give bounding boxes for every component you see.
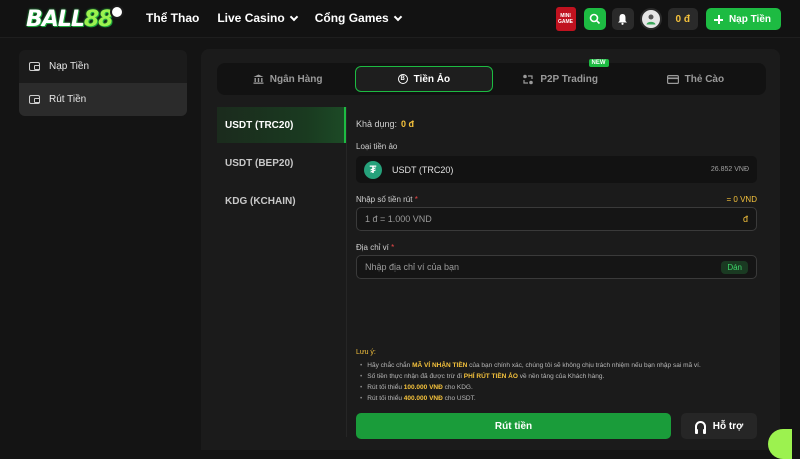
card-icon bbox=[666, 74, 679, 84]
account-sidebar: Nạp Tiền Rút Tiền bbox=[19, 50, 187, 116]
coin-usdt-bep20[interactable]: USDT (BEP20) bbox=[217, 145, 346, 181]
withdraw-panel: Ngân Hàng B Tiền Ảo P2P Trading NEW Thẻ … bbox=[201, 49, 792, 459]
amount-label-text: Nhập số tiền rút bbox=[356, 195, 413, 204]
sidebar-item-label: Rút Tiền bbox=[49, 94, 87, 105]
notification-button[interactable] bbox=[611, 8, 634, 30]
header-actions: MINI GAME 0 đ Nạp Tiền bbox=[555, 7, 781, 31]
withdraw-submit-button[interactable]: Rút tiền bbox=[356, 413, 671, 439]
paste-button[interactable]: Dán bbox=[721, 260, 748, 274]
tab-label: Thẻ Cào bbox=[684, 73, 725, 85]
headset-icon bbox=[694, 421, 706, 434]
amount-input[interactable]: 1 đ = 1.000 VND đ bbox=[356, 207, 757, 231]
note-highlight: PHÍ RÚT TIỀN ẢO bbox=[463, 373, 518, 380]
note-text: cho KDG. bbox=[442, 384, 473, 391]
tab-ngan-hang[interactable]: Ngân Hàng bbox=[220, 66, 355, 92]
coin-rate: 26.852 VNĐ bbox=[710, 166, 749, 173]
nav-cong-games[interactable]: Cổng Games bbox=[314, 11, 402, 25]
nav-live-casino[interactable]: Live Casino bbox=[217, 11, 298, 25]
support-label: Hỗ trợ bbox=[712, 420, 744, 432]
notes-title: Lưu ý: bbox=[356, 349, 376, 356]
notes-list: Hãy chắc chắn MÃ VÍ NHẬN TIỀN của bạn ch… bbox=[356, 360, 701, 404]
chevron-down-icon bbox=[289, 12, 298, 21]
address-placeholder: Nhập địa chỉ ví của bạn bbox=[365, 262, 460, 272]
tab-label: Ngân Hàng bbox=[269, 73, 323, 85]
nav-label: Cổng Games bbox=[314, 11, 389, 25]
note-text: của bạn chính xác, chúng tôi sẽ không ch… bbox=[467, 362, 701, 369]
tab-the-cao[interactable]: Thẻ Cào bbox=[628, 66, 763, 92]
nav-label: Live Casino bbox=[217, 11, 285, 25]
wallet-icon bbox=[29, 62, 40, 71]
plus-icon bbox=[713, 14, 723, 24]
note-highlight: 100.000 VNĐ bbox=[403, 384, 443, 391]
coin-list: USDT (TRC20) USDT (BEP20) KDG (KCHAIN) bbox=[217, 107, 346, 221]
nav-the-thao[interactable]: Thể Thao bbox=[146, 11, 199, 25]
coin-usdt-trc20[interactable]: USDT (TRC20) bbox=[217, 107, 346, 143]
method-tabs: Ngân Hàng B Tiền Ảo P2P Trading NEW Thẻ … bbox=[217, 59, 766, 95]
deposit-button[interactable]: Nạp Tiền bbox=[705, 8, 781, 30]
avatar[interactable] bbox=[639, 8, 662, 30]
mini-game-button[interactable]: MINI GAME bbox=[555, 7, 576, 31]
note-highlight: MÃ VÍ NHẬN TIỀN bbox=[412, 362, 468, 369]
amount-placeholder: 1 đ = 1.000 VND bbox=[365, 214, 432, 224]
note-item: Số tiền thực nhận đã được trừ đi PHÍ RÚT… bbox=[360, 371, 701, 382]
nav-label: Thể Thao bbox=[146, 11, 200, 25]
brand-logo[interactable]: BALL88 bbox=[26, 4, 125, 34]
available-balance: Khả dụng: 0 đ bbox=[356, 119, 414, 129]
logo-number: 88 bbox=[83, 6, 114, 32]
note-item: Rút tối thiểu 100.000 VNĐ cho KDG. bbox=[360, 382, 701, 393]
note-text: về nền tảng của Khách hàng. bbox=[517, 373, 605, 380]
main-nav: Thể Thao Live Casino Cổng Games bbox=[146, 11, 402, 25]
amount-unit: đ bbox=[742, 214, 748, 224]
amount-equivalent: = 0 VND bbox=[726, 195, 757, 204]
deposit-label: Nạp Tiền bbox=[728, 13, 771, 25]
crypto-icon: B bbox=[397, 74, 408, 84]
sidebar-item-nap-tien[interactable]: Nạp Tiền bbox=[19, 50, 187, 83]
mini-game-label: GAME bbox=[558, 19, 573, 25]
soccer-ball-icon bbox=[110, 5, 125, 19]
p2p-icon bbox=[523, 74, 534, 84]
note-text: Hãy chắc chắn bbox=[367, 362, 413, 369]
support-button[interactable]: Hỗ trợ bbox=[681, 413, 757, 439]
coin-type-label: Loại tiền ảo bbox=[356, 142, 398, 151]
tether-icon: ₮ bbox=[364, 160, 382, 179]
coin-selected-value: USDT (TRC20) bbox=[392, 164, 454, 175]
wallet-icon bbox=[29, 95, 40, 104]
new-badge: NEW bbox=[588, 59, 609, 67]
top-header: BALL88 Thể Thao Live Casino Cổng Games M… bbox=[0, 0, 800, 38]
note-text: Rút tối thiểu bbox=[367, 395, 404, 402]
bank-icon bbox=[253, 74, 264, 84]
address-label: Địa chỉ ví * bbox=[356, 243, 394, 252]
available-label: Khả dụng: bbox=[356, 119, 398, 129]
divider bbox=[346, 107, 347, 437]
tab-tien-ao[interactable]: B Tiền Ảo bbox=[355, 66, 493, 92]
search-button[interactable] bbox=[583, 8, 606, 30]
tab-label: Tiền Ảo bbox=[413, 73, 451, 85]
search-icon bbox=[589, 13, 600, 25]
note-text: Rút tối thiểu bbox=[367, 384, 404, 391]
sidebar-item-label: Nạp Tiền bbox=[49, 61, 90, 72]
amount-label: Nhập số tiền rút * bbox=[356, 195, 418, 204]
logo-text: BALL bbox=[26, 6, 85, 32]
sidebar-item-rut-tien[interactable]: Rút Tiền bbox=[19, 83, 187, 116]
floating-chat-button[interactable] bbox=[768, 429, 792, 459]
required-mark: * bbox=[414, 195, 418, 204]
address-label-text: Địa chỉ ví bbox=[356, 243, 389, 252]
user-avatar-icon bbox=[646, 14, 655, 25]
notes-section: Lưu ý: Hãy chắc chắn MÃ VÍ NHẬN TIỀN của… bbox=[356, 347, 701, 404]
balance-display[interactable]: 0 đ bbox=[667, 8, 698, 30]
note-text: Số tiền thực nhận đã được trừ đi bbox=[367, 373, 464, 380]
tab-label: P2P Trading bbox=[540, 73, 598, 85]
coin-kdg-kchain[interactable]: KDG (KCHAIN) bbox=[217, 183, 346, 219]
bell-icon bbox=[618, 14, 627, 25]
note-text: cho USDT. bbox=[442, 395, 476, 402]
tab-p2p-trading[interactable]: P2P Trading NEW bbox=[493, 59, 628, 92]
coin-type-select[interactable]: ₮ USDT (TRC20) 26.852 VNĐ bbox=[356, 156, 757, 183]
available-value: 0 đ bbox=[401, 119, 415, 129]
required-mark: * bbox=[391, 243, 395, 252]
chevron-down-icon bbox=[393, 12, 402, 21]
note-highlight: 400.000 VNĐ bbox=[403, 395, 443, 402]
wallet-address-input[interactable]: Nhập địa chỉ ví của bạn Dán bbox=[356, 255, 757, 279]
note-item: Hãy chắc chắn MÃ VÍ NHẬN TIỀN của bạn ch… bbox=[360, 360, 701, 371]
note-item: Rút tối thiểu 400.000 VNĐ cho USDT. bbox=[360, 393, 701, 404]
